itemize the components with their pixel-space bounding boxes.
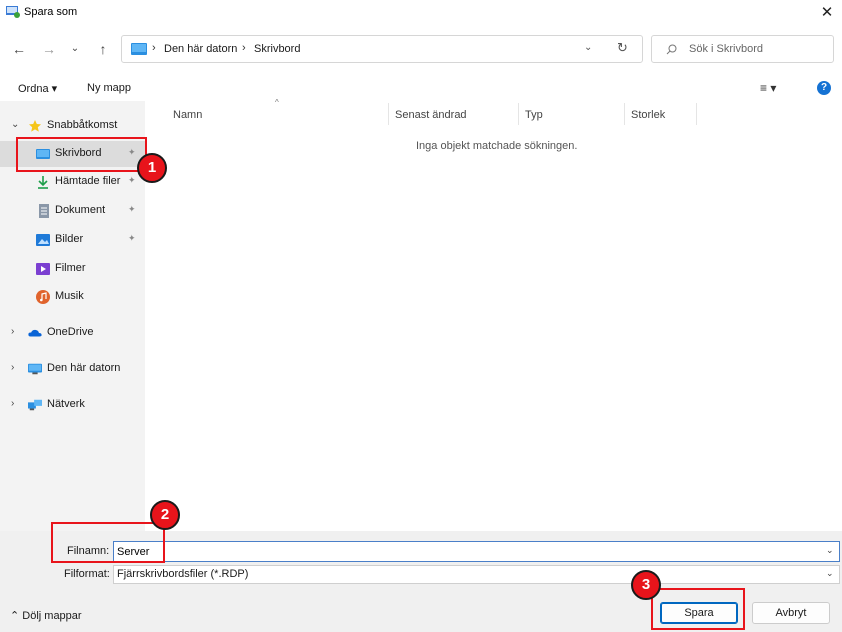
download-icon (38, 176, 48, 189)
column-header-name[interactable]: Namn (173, 109, 202, 121)
sidebar-item-label: OneDrive (47, 326, 94, 338)
pin-icon: ✦ (128, 175, 136, 185)
music-icon (36, 290, 50, 304)
desktop-icon (131, 43, 147, 55)
recent-locations-dropdown[interactable]: ⌄ (64, 38, 86, 60)
star-icon (29, 120, 41, 132)
column-header-type[interactable]: Typ (525, 109, 543, 121)
sidebar-item-pictures[interactable]: Bilder ✦ (0, 227, 145, 253)
document-icon (39, 204, 49, 218)
close-button[interactable]: ✕ (812, 2, 842, 24)
address-bar[interactable]: › Den här datorn › Skrivbord ⌄ ↻ (121, 35, 643, 63)
title-bar: Spara som ✕ (0, 0, 842, 26)
breadcrumb-desktop[interactable]: Skrivbord (254, 43, 300, 55)
sidebar-item-network[interactable]: › Nätverk (0, 392, 145, 418)
help-icon[interactable]: ? (817, 81, 831, 95)
search-box[interactable]: Sök i Skrivbord (651, 35, 834, 63)
window-title: Spara som (24, 6, 78, 18)
network-icon (28, 399, 42, 411)
column-divider[interactable] (388, 103, 389, 125)
empty-results-message: Inga objekt matchade sökningen. (416, 140, 578, 152)
sidebar-item-label: Filmer (55, 262, 86, 274)
breadcrumb-separator: › (242, 42, 246, 54)
filename-input[interactable] (113, 541, 840, 562)
this-pc-icon (28, 363, 42, 375)
sidebar-item-label: Dokument (55, 204, 106, 216)
chevron-right-icon[interactable]: › (11, 362, 21, 373)
cancel-button[interactable]: Avbryt (752, 602, 830, 624)
annotation-highlight-filename (51, 522, 165, 563)
up-button[interactable]: ↑ (92, 38, 114, 60)
chevron-down-icon[interactable]: ⌄ (11, 119, 21, 130)
chevron-down-icon[interactable]: ⌄ (826, 545, 834, 556)
hide-folders-button[interactable]: ⌃ Dölj mappar (10, 609, 82, 622)
organize-menu[interactable]: Ordna ▾ (18, 82, 57, 95)
column-divider[interactable] (696, 103, 697, 125)
refresh-icon[interactable]: ↻ (617, 40, 628, 56)
annotation-highlight-desktop (16, 137, 147, 172)
sidebar-item-label: Musik (55, 290, 84, 302)
chevron-right-icon[interactable]: › (11, 398, 21, 409)
back-button[interactable]: ← (8, 38, 30, 60)
pictures-icon (36, 234, 50, 246)
column-divider[interactable] (624, 103, 625, 125)
sidebar-item-label: Nätverk (47, 398, 85, 410)
column-header-size[interactable]: Storlek (631, 109, 665, 121)
search-icon (666, 44, 677, 55)
videos-icon (36, 263, 50, 275)
sidebar-item-label: Snabbåtkomst (47, 119, 118, 131)
sidebar-item-label: Den här datorn (47, 362, 121, 374)
pin-icon: ✦ (128, 204, 136, 214)
sidebar-item-label: Bilder (55, 233, 84, 245)
file-format-label: Filformat: (64, 568, 110, 580)
chevron-down-icon[interactable]: ⌄ (826, 568, 834, 579)
pin-icon: ✦ (128, 233, 136, 243)
sidebar-item-label: Hämtade filer (55, 175, 121, 187)
file-format-select[interactable]: Fjärrskrivbordsfiler (*.RDP) (113, 565, 840, 584)
sidebar-item-documents[interactable]: Dokument ✦ (0, 198, 145, 224)
sidebar-item-quick-access[interactable]: ⌄ Snabbåtkomst (0, 113, 145, 139)
sort-ascending-icon: ^ (275, 98, 279, 107)
sidebar-item-downloads[interactable]: Hämtade filer ✦ (0, 169, 145, 195)
view-options-button[interactable]: ≡ ▾ (760, 81, 776, 95)
column-divider[interactable] (518, 103, 519, 125)
file-list-pane[interactable] (146, 101, 842, 531)
new-folder-button[interactable]: Ny mapp (87, 82, 131, 94)
search-placeholder: Sök i Skrivbord (689, 43, 763, 55)
sidebar-item-onedrive[interactable]: › OneDrive (0, 320, 145, 346)
breadcrumb-this-pc[interactable]: Den här datorn (164, 43, 237, 55)
annotation-badge-2: 2 (150, 500, 180, 530)
forward-button[interactable]: → (38, 38, 60, 60)
annotation-badge-1: 1 (137, 153, 167, 183)
chevron-right-icon[interactable]: › (11, 326, 21, 337)
sidebar-item-this-pc[interactable]: › Den här datorn (0, 356, 145, 382)
onedrive-icon (28, 329, 42, 337)
sidebar-item-videos[interactable]: Filmer (0, 256, 145, 282)
sidebar-item-music[interactable]: Musik (0, 284, 145, 310)
breadcrumb-separator: › (152, 42, 156, 54)
annotation-badge-3: 3 (631, 570, 661, 600)
save-dialog-icon (6, 6, 20, 18)
column-header-modified[interactable]: Senast ändrad (395, 109, 467, 121)
address-dropdown-icon[interactable]: ⌄ (584, 42, 592, 53)
annotation-highlight-save (651, 588, 745, 630)
